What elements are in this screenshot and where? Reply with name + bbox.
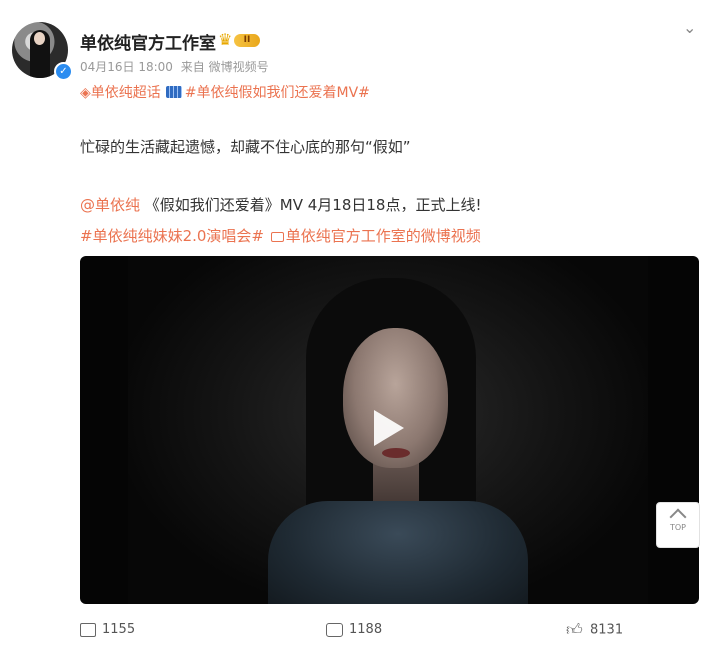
film-icon (165, 86, 182, 98)
like-icon: 👍︎ (566, 620, 583, 639)
vip-badge[interactable]: ♛ II (218, 31, 262, 49)
back-to-top-button[interactable]: TOP (656, 502, 700, 548)
comment-icon (326, 622, 343, 637)
announcement-text: 《假如我们还爱着》MV 4月18日18点，正式上线! (140, 196, 482, 214)
post-text-line3: #单依纯纯妹妹2.0演唱会# 单依纯官方工作室的微博视频 (80, 225, 481, 246)
vip-level: II (234, 34, 260, 47)
post-timestamp[interactable]: 04月16日 18:00 (80, 60, 173, 74)
share-button[interactable]: 1155 (80, 622, 135, 648)
super-topic-icon: ◈ (80, 85, 91, 101)
video-player[interactable] (80, 256, 699, 604)
topic-line: ◈单依纯超话 #单依纯假如我们还爱着MV# (80, 82, 370, 102)
post-meta: 04月16日 18:00 来自 微博视频号 (80, 58, 273, 75)
mention-link[interactable]: @单依纯 (80, 196, 140, 214)
super-topic-link[interactable]: 单依纯超话 (91, 85, 161, 101)
post-source[interactable]: 来自 微博视频号 (181, 60, 269, 74)
avatar-face (34, 32, 45, 45)
post-text-line2: @单依纯 《假如我们还爱着》MV 4月18日18点，正式上线! (80, 194, 482, 215)
verified-icon: ✓ (54, 62, 73, 81)
thumbnail-lips (382, 448, 410, 458)
play-icon[interactable] (368, 408, 406, 448)
comment-count: 1188 (349, 622, 383, 637)
like-count: 8131 (590, 622, 624, 638)
video-link-icon (270, 232, 284, 242)
username[interactable]: 单依纯官方工作室 (80, 29, 216, 54)
concert-hashtag-link[interactable]: #单依纯纯妹妹2.0演唱会# (80, 227, 264, 245)
hashtag-link[interactable]: #单依纯假如我们还爱着MV# (185, 85, 370, 101)
like-button[interactable]: 👍︎ 8131 (566, 622, 623, 648)
video-link[interactable]: 单依纯官方工作室的微博视频 (286, 227, 481, 245)
share-icon (80, 622, 96, 637)
thumbnail-dress (268, 501, 528, 604)
post-text-line1: 忙碌的生活藏起遗憾，却藏不住心底的那句“假如” (80, 138, 411, 156)
chevron-down-icon[interactable]: ⌄ (683, 18, 701, 37)
comment-button[interactable]: 1188 (326, 622, 382, 648)
share-count: 1155 (102, 622, 136, 637)
